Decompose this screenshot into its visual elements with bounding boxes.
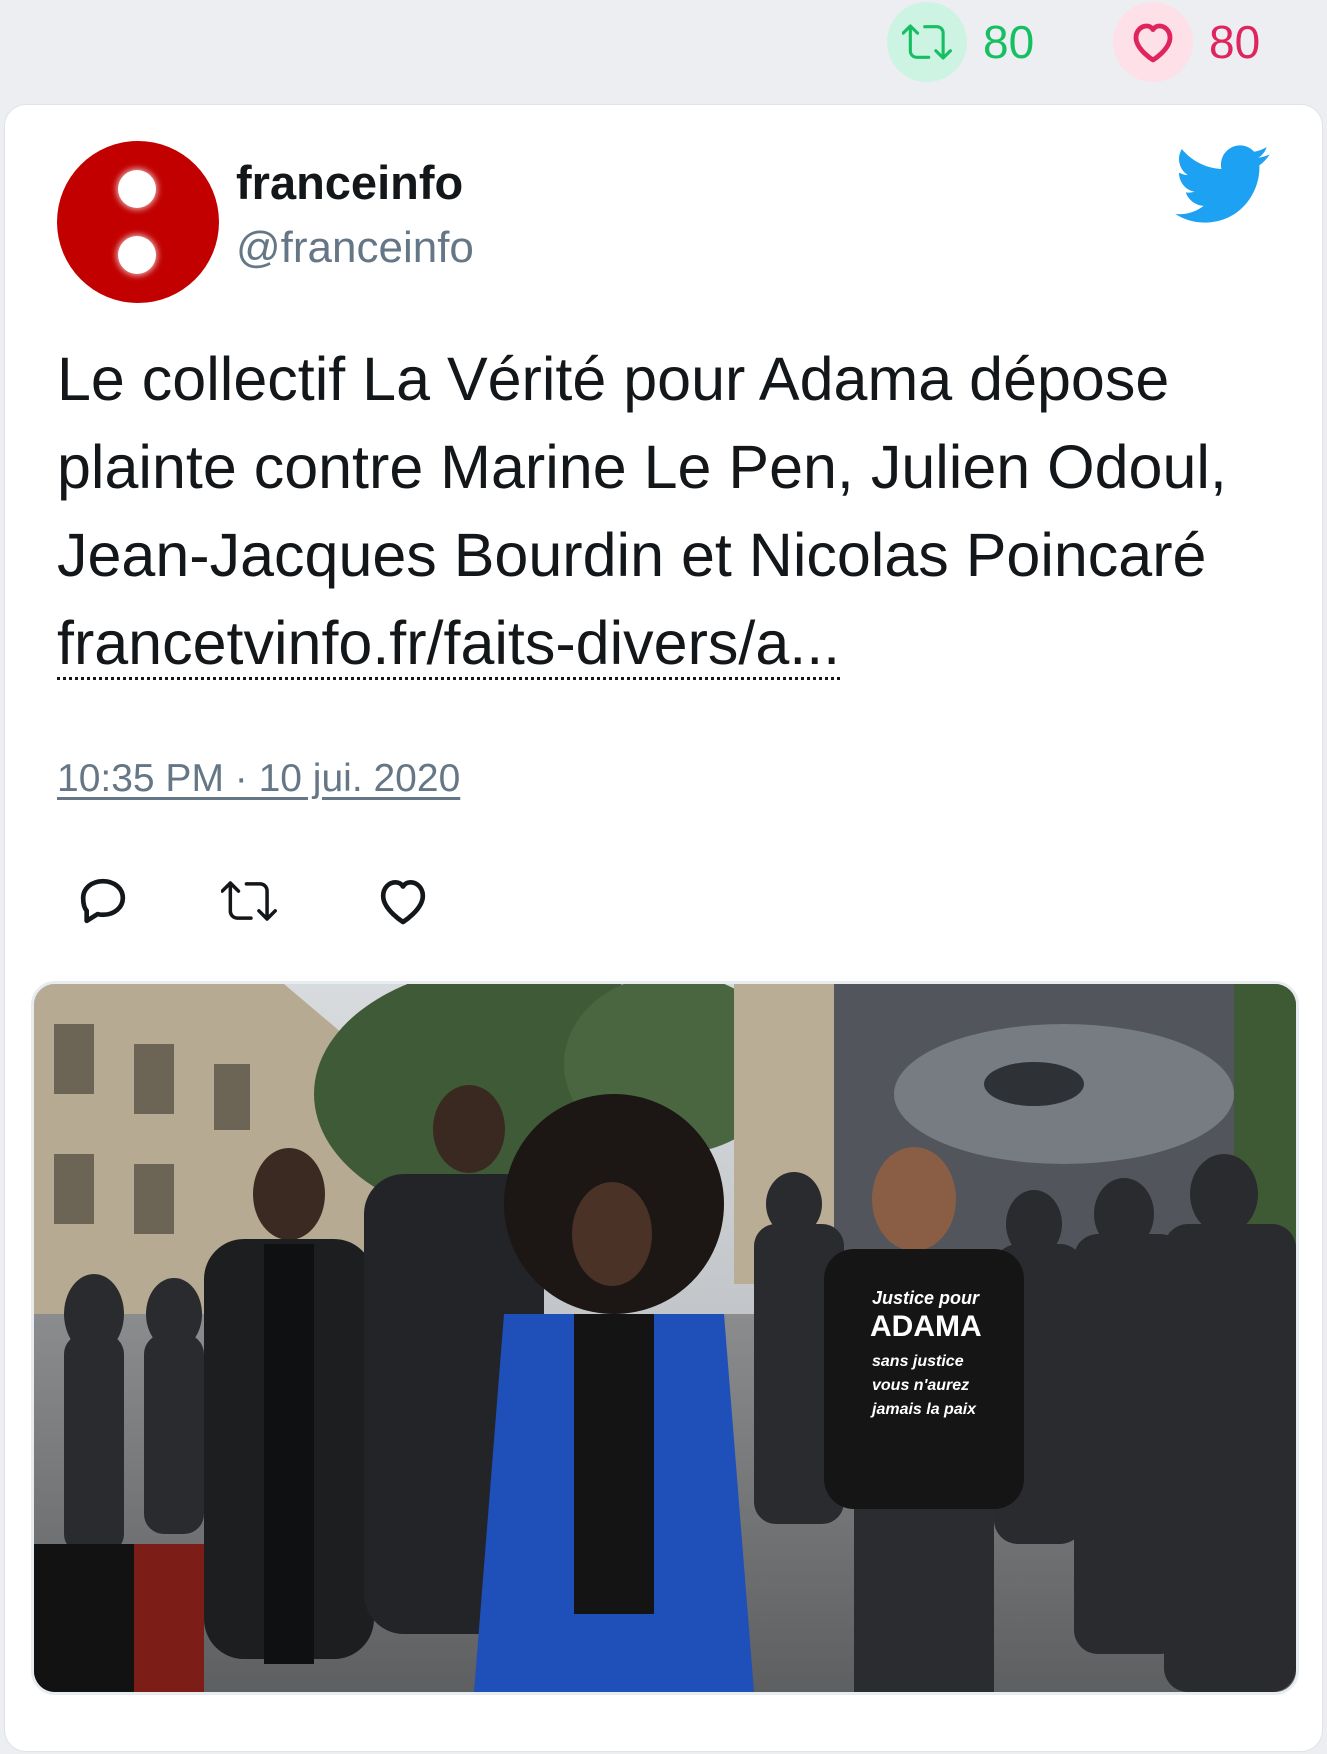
- photo-illustration: Justice pour ADAMA sans justice vous n'a…: [34, 984, 1296, 1692]
- heart-icon[interactable]: [1113, 2, 1193, 82]
- avatar[interactable]: [57, 141, 219, 303]
- avatar-dot: [118, 170, 156, 208]
- shirt-text: jamais la paix: [870, 1401, 977, 1418]
- shirt-text: sans justice: [872, 1353, 964, 1370]
- tweet-timestamp[interactable]: 10:35 PM · 10 jui. 2020: [57, 757, 460, 801]
- retweet-action-icon[interactable]: [221, 873, 277, 929]
- twitter-bird-icon[interactable]: [1175, 145, 1271, 225]
- like-count: 80: [1209, 16, 1261, 68]
- like-stat[interactable]: 80: [1113, 2, 1260, 82]
- author-name[interactable]: franceinfo: [236, 155, 463, 210]
- retweet-count: 80: [983, 16, 1035, 68]
- author-handle[interactable]: @franceinfo: [236, 223, 474, 273]
- shirt-text: vous n'aurez: [872, 1377, 969, 1394]
- avatar-dot: [118, 236, 156, 274]
- reply-icon[interactable]: [75, 873, 131, 929]
- shirt-text: Justice pour: [872, 1288, 980, 1308]
- retweet-icon[interactable]: [887, 2, 967, 82]
- like-action-icon[interactable]: [375, 873, 431, 929]
- retweet-stat[interactable]: 80: [887, 2, 1034, 82]
- engagement-bar: 80 80: [0, 0, 1327, 100]
- tweet-photo[interactable]: Justice pour ADAMA sans justice vous n'a…: [31, 981, 1299, 1695]
- tweet-body: Le collectif La Vérité pour Adama dépose…: [57, 345, 1227, 589]
- tweet-card: franceinfo @franceinfo Le collectif La V…: [4, 104, 1323, 1752]
- shirt-text: ADAMA: [870, 1310, 982, 1343]
- tweet-text: Le collectif La Vérité pour Adama dépose…: [57, 335, 1297, 687]
- tweet-link[interactable]: francetvinfo.fr/faits-divers/a...: [57, 609, 841, 680]
